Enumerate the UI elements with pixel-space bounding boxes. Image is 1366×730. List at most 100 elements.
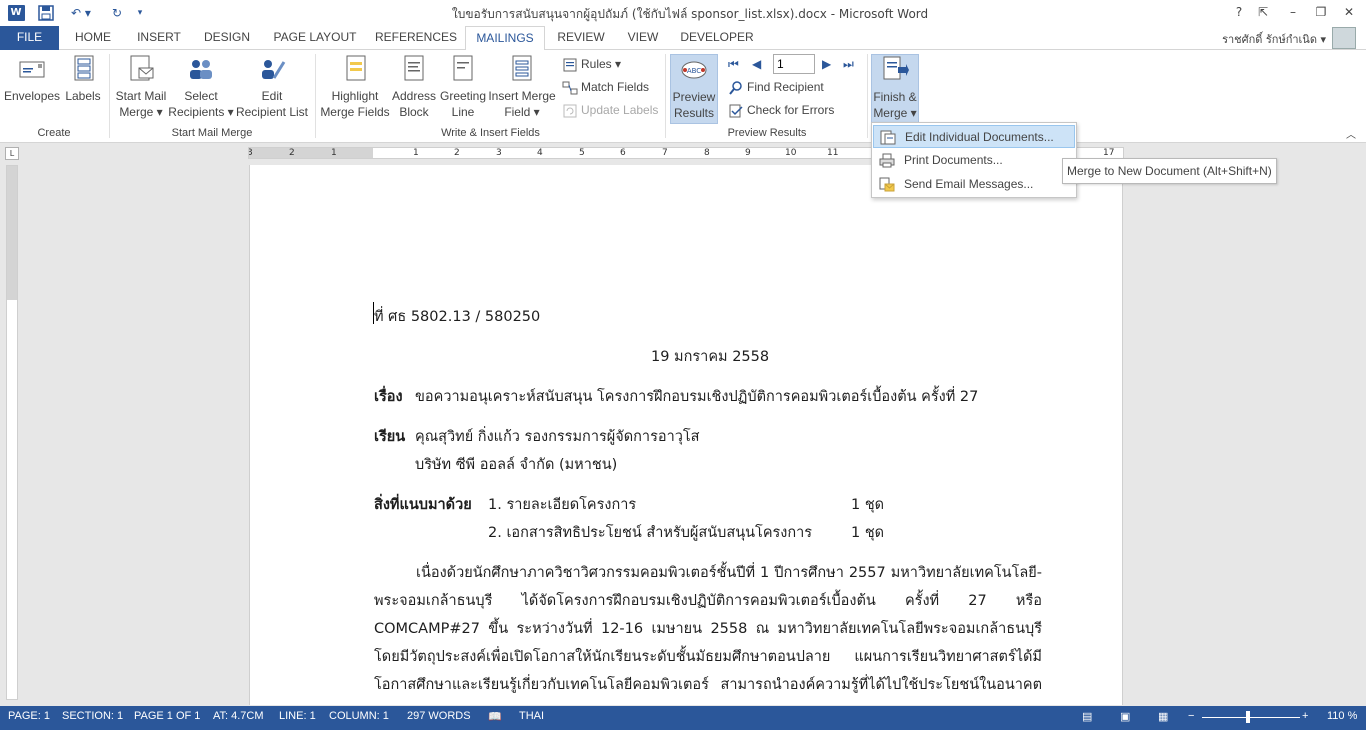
status-page[interactable]: PAGE: 1 [8,710,50,722]
tab-review[interactable]: REVIEW [552,26,610,50]
tab-view[interactable]: VIEW [622,26,664,50]
status-word-count[interactable]: 297 WORDS [407,710,471,722]
status-column[interactable]: COLUMN: 1 [329,710,389,722]
highlight-label-line1: Highlight [331,89,379,103]
tab-stop-selector[interactable]: L [5,147,19,160]
edit-documents-icon [880,130,896,145]
start-mail-merge-label-line1: Start Mail [115,89,167,103]
ruler-tick: 3 [496,148,502,158]
last-record-button[interactable]: ⏭ [843,54,863,74]
edit-recipient-list-button[interactable]: Edit Recipient List [234,54,310,124]
group-label-create: Create [37,127,71,139]
close-button[interactable]: ✕ [1336,2,1362,22]
labels-label: Labels [65,89,101,103]
tab-page-layout[interactable]: PAGE LAYOUT [268,26,362,50]
undo-button[interactable]: ↶ ▾ [66,3,96,23]
ribbon-display-options-button[interactable]: ⇱ [1250,2,1276,22]
tab-developer[interactable]: DEVELOPER [676,26,758,50]
status-bar: PAGE: 1 SECTION: 1 PAGE 1 OF 1 AT: 4.7CM… [0,706,1366,730]
svg-text:ABC: ABC [687,67,701,75]
read-mode-icon[interactable]: ▤ [1082,710,1092,723]
labels-button[interactable]: Labels [62,54,104,124]
body-line: โอกาสศึกษาและเรียนรู้เกี่ยวกับเทคโนโลยีค… [374,677,1042,693]
tab-design[interactable]: DESIGN [198,26,256,50]
ribbon-mailings: Envelopes Labels Create Start Mail Merge… [0,50,1366,143]
reference-number: ที่ ศธ 5802.13 / 580250 [374,309,541,325]
tab-insert[interactable]: INSERT [132,26,186,50]
find-recipient-label: Find Recipient [747,80,824,94]
insert-merge-field-button[interactable]: Insert Merge Field ▾ [486,54,558,124]
select-recipients-button[interactable]: Select Recipients ▾ [168,54,234,124]
web-layout-icon[interactable]: ▦ [1158,710,1168,723]
ruler-tick: 10 [785,148,797,158]
ruler-tick: 9 [745,148,751,158]
previous-record-button[interactable]: ◀ [752,54,768,74]
floppy-icon [38,5,54,21]
minimize-button[interactable]: – [1280,2,1306,22]
tab-mailings[interactable]: MAILINGS [465,26,545,51]
envelopes-button[interactable]: Envelopes [4,54,60,124]
word-app-icon[interactable]: W [6,3,26,23]
finish-merge-button[interactable]: Finish & Merge ▾ [871,54,919,126]
proofing-icon[interactable]: 📖 [488,710,502,723]
address-block-icon [404,55,424,81]
last-record-icon: ⏭ [843,57,854,71]
menu-item-edit-individual-documents[interactable]: Edit Individual Documents... [873,125,1075,148]
zoom-out-icon[interactable]: − [1188,710,1194,722]
menu-item-send-email-messages[interactable]: Send Email Messages... [873,173,1075,196]
avatar[interactable] [1332,27,1356,49]
save-icon[interactable] [36,3,56,23]
ribbon-tab-bar: FILE HOME INSERT DESIGN PAGE LAYOUT REFE… [0,26,1366,51]
update-labels-label: Update Labels [581,103,659,117]
vertical-ruler[interactable] [6,165,18,700]
start-mail-merge-button[interactable]: Start Mail Merge ▾ [112,54,170,124]
zoom-slider[interactable] [1202,717,1300,718]
customize-quick-access-icon[interactable]: ▾ [134,3,146,23]
tab-references[interactable]: REFERENCES [374,26,458,50]
address-block-button[interactable]: Address Block [390,54,438,124]
restore-button[interactable]: ❐ [1308,2,1334,22]
check-for-errors-button[interactable]: Check for Errors [728,100,834,120]
email-icon [879,177,895,192]
find-recipient-icon [729,81,742,95]
preview-results-button[interactable]: ABC Preview Results [670,54,718,124]
status-line[interactable]: LINE: 1 [279,710,316,722]
subject-text: ขอความอนุเคราะห์สนับสนุน โครงการฝึกอบรมเ… [415,389,979,405]
rules-button[interactable]: Rules ▾ [562,54,621,74]
tab-home[interactable]: HOME [66,26,120,50]
body-line: โดยมีวัตถุประสงค์เพื่อเปิดโอกาสให้นักเรี… [374,649,1042,665]
help-button[interactable]: ? [1226,2,1252,22]
collapse-ribbon-icon[interactable]: ︿ [1344,126,1358,141]
print-layout-icon[interactable]: ▣ [1120,710,1130,723]
find-recipient-button[interactable]: Find Recipient [728,77,824,97]
status-position[interactable]: AT: 4.7CM [213,710,264,722]
status-page-count[interactable]: PAGE 1 OF 1 [134,710,200,722]
insert-merge-field-label-line2: Field ▾ [504,105,540,119]
status-language[interactable]: THAI [519,710,544,722]
edit-recipients-icon [262,60,286,79]
redo-button[interactable]: ↻ [106,3,128,23]
user-account-name[interactable]: ราชศักดิ์ รักษ์กำเนิด ▾ [1200,30,1326,48]
next-record-button[interactable]: ▶ [822,54,838,74]
group-divider [665,54,666,138]
zoom-in-icon[interactable]: + [1302,710,1308,722]
group-label-start-mail-merge: Start Mail Merge [171,127,253,139]
ruler-left-margin [249,148,373,158]
ruler-tick: 2 [454,148,460,158]
greeting-line-button[interactable]: Greeting Line [438,54,488,124]
zoom-slider-thumb[interactable] [1246,711,1251,723]
update-labels-button[interactable]: Update Labels [562,100,658,120]
go-to-record-input[interactable] [773,54,815,74]
match-fields-button[interactable]: Match Fields [562,77,649,97]
document-page[interactable]: ที่ ศธ 5802.13 / 580250 19 มกราคม 2558 เ… [249,165,1123,705]
menu-item-print-documents[interactable]: Print Documents... [873,149,1075,172]
select-recipients-label-line1: Select [184,89,218,103]
envelope-icon [19,61,45,78]
first-record-button[interactable]: ⏮ [728,54,748,74]
status-section[interactable]: SECTION: 1 [62,710,123,722]
tab-file[interactable]: FILE [0,26,59,50]
zoom-level[interactable]: 110 % [1327,710,1357,722]
highlight-merge-fields-button[interactable]: Highlight Merge Fields [318,54,392,124]
ruler-tick: 11 [827,148,839,158]
start-mail-merge-label-line2: Merge ▾ [119,105,163,119]
